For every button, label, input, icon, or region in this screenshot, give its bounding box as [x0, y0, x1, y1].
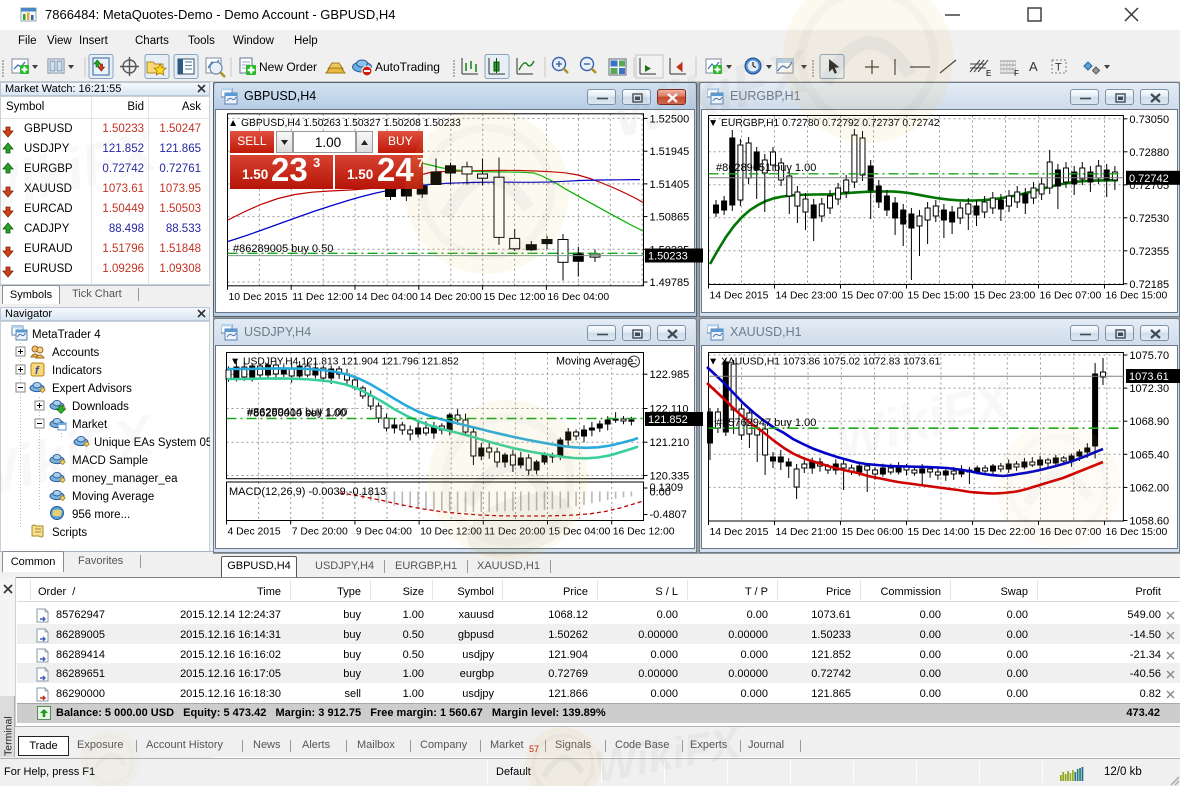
svg-text:Terminal: Terminal	[3, 716, 15, 756]
svg-text:▼ XAUUSD,H1 1073.86 1075.02 1: ▼ XAUUSD,H1 1073.86 1075.02 1072.83 1073…	[708, 357, 941, 368]
svg-text:16 Dec 07:00: 16 Dec 07:00	[1040, 527, 1102, 538]
svg-text:1062.00: 1062.00	[1129, 482, 1169, 494]
svg-text:16 Dec 15:00: 16 Dec 15:00	[1106, 527, 1168, 538]
svg-text:1072.30: 1072.30	[1129, 383, 1169, 395]
svg-text:14 Dec 21:00: 14 Dec 21:00	[776, 527, 838, 538]
svg-text:15 Dec 22:00: 15 Dec 22:00	[974, 527, 1036, 538]
svg-text:15 Dec 14:00: 15 Dec 14:00	[908, 527, 970, 538]
svg-text:1073.61: 1073.61	[1129, 371, 1169, 383]
svg-text:14 Dec 2015: 14 Dec 2015	[710, 527, 769, 538]
svg-text:1065.40: 1065.40	[1129, 449, 1169, 461]
svg-text:15 Dec 06:00: 15 Dec 06:00	[842, 527, 904, 538]
svg-text:1058.60: 1058.60	[1129, 516, 1169, 528]
svg-text:1075.70: 1075.70	[1129, 350, 1169, 362]
svg-text:#85762947 buy 1.00: #85762947 buy 1.00	[716, 417, 816, 429]
svg-text:1068.90: 1068.90	[1129, 416, 1169, 428]
